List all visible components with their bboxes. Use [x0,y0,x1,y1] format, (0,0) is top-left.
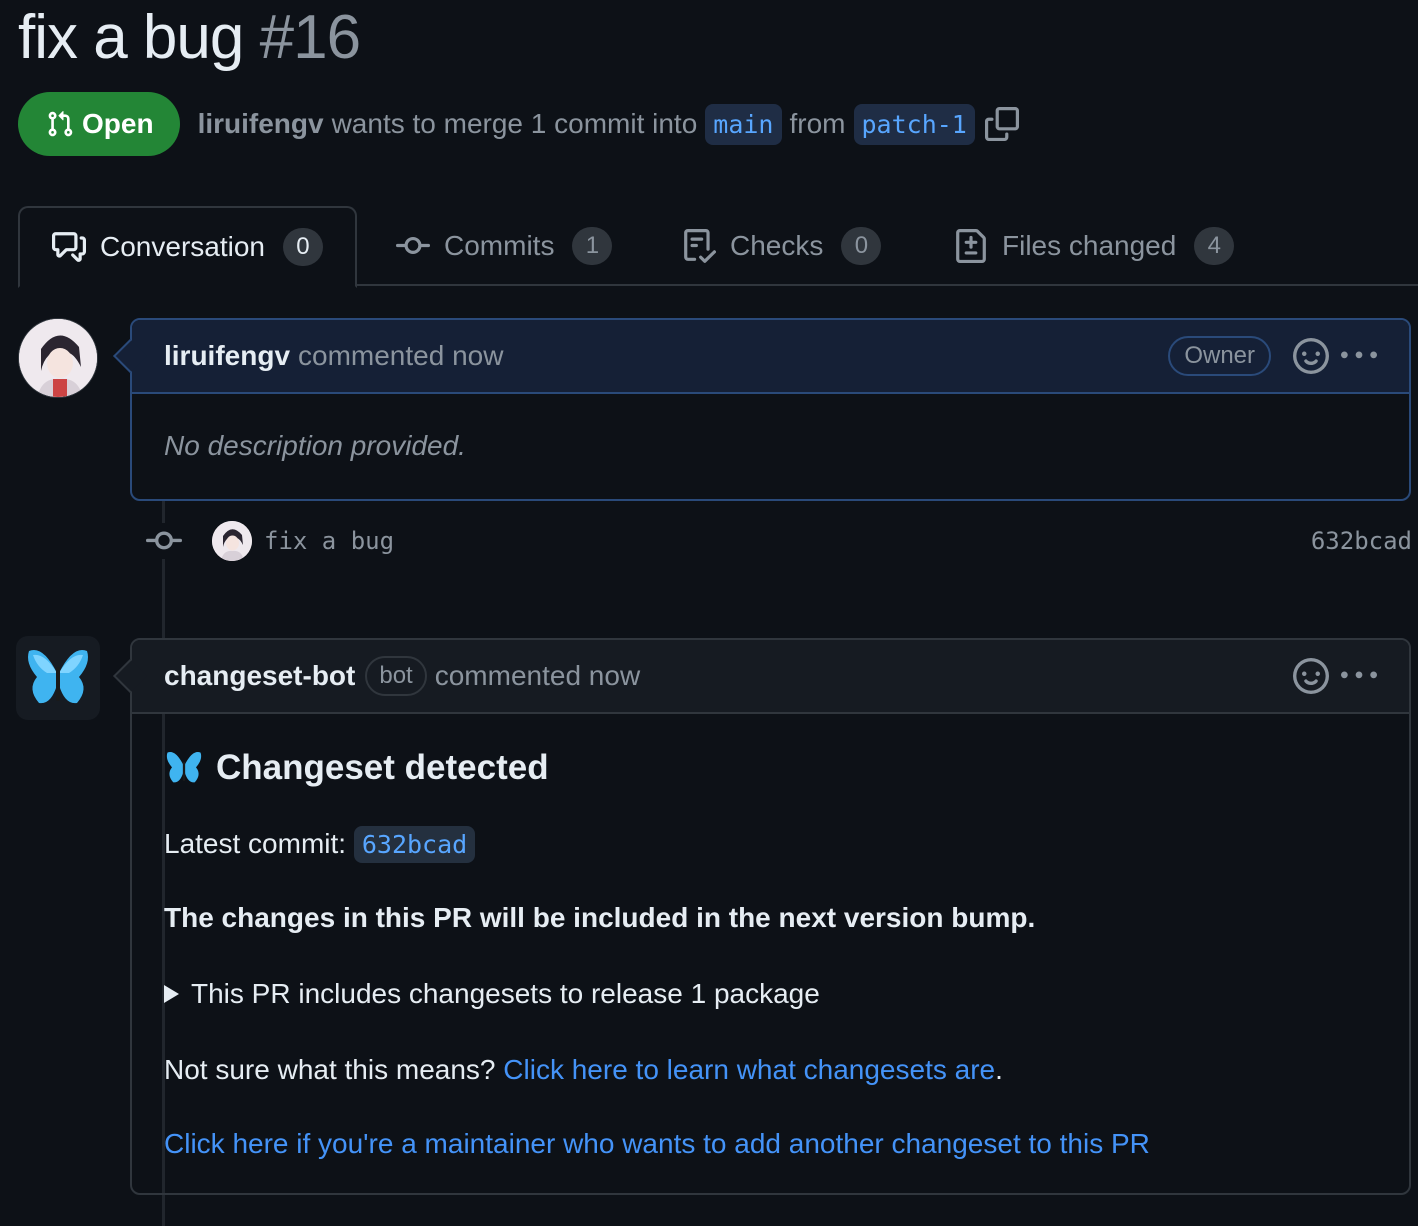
timeline-commit-item: fix a bug 632bcad [146,516,1412,566]
add-changeset-link[interactable]: Click here if you're a maintainer who wa… [164,1128,1150,1159]
pr-number: #16 [259,3,361,72]
tab-counter: 1 [572,227,613,265]
git-commit-icon [396,236,430,254]
details-summary[interactable]: This PR includes changesets to release 1… [164,978,1377,1010]
pr-state-row: Open liruifengv wants to merge 1 commit … [18,92,1019,156]
avatar[interactable] [18,318,98,398]
tab-conversation[interactable]: Conversation 0 [18,206,357,288]
bot-label: bot [365,656,427,696]
tab-label: Files changed [1002,230,1177,261]
smiley-icon[interactable] [1293,658,1329,694]
details-summary-text: This PR includes changesets to release 1… [191,978,820,1009]
copy-icon[interactable] [984,107,1019,141]
comment-timestamp[interactable]: commented now [298,340,503,372]
tab-label: Commits [444,230,555,261]
kebab-horizontal-icon[interactable] [1341,658,1377,694]
avatar[interactable] [16,636,100,720]
checklist-icon [684,229,716,263]
base-branch[interactable]: main [705,103,782,145]
latest-commit-line: Latest commit: 632bcad [164,826,1377,863]
comment-body: No description provided. [164,430,466,461]
bot-comment: changeset-bot bot commented now Changese… [113,638,1411,1195]
learn-changesets-link[interactable]: Click here to learn what changesets are [503,1054,995,1085]
git-pull-request-icon [48,111,73,137]
butterfly-icon [166,751,202,783]
git-commit-icon [146,523,182,559]
not-sure-text: Not sure what this means? [164,1054,496,1085]
smiley-icon[interactable] [1293,338,1329,374]
version-bump-note: The changes in this PR will be included … [164,902,1377,934]
commit-message-link[interactable]: fix a bug [264,527,394,555]
tab-commits[interactable]: Commits 1 [396,206,613,286]
tab-counter: 0 [282,228,323,266]
maintainer-line: Click here if you're a maintainer who wa… [164,1128,1377,1160]
tab-label: Conversation [100,231,265,262]
pr-author-link[interactable]: liruifengv [198,108,324,140]
comment-body: Changeset detected Latest commit: 632bca… [132,748,1409,1160]
butterfly-icon [28,649,88,704]
comment-author-link[interactable]: changeset-bot [164,660,355,692]
pr-description-comment: liruifengv commented now Owner No descri… [113,318,1411,501]
tab-files-changed[interactable]: Files changed 4 [954,206,1235,286]
heading-text: Changeset detected [216,748,549,787]
disclosure-triangle-icon [164,985,179,1003]
commit-sha-link[interactable]: 632bcad [1311,527,1412,555]
head-branch[interactable]: patch-1 [853,103,975,145]
comment-header: changeset-bot bot commented now [132,640,1409,714]
pr-tabs: Conversation 0 Commits 1 Checks 0 Files … [18,206,1418,288]
avatar[interactable] [212,521,252,561]
from-text: from [789,108,846,139]
pull-request-page: fix a bug #16 Open liruifengv wants to m… [0,0,1418,1226]
tab-counter: 4 [1194,227,1235,265]
user-avatar-image [19,319,97,397]
file-diff-icon [956,229,986,263]
pr-title: fix a bug [18,3,244,72]
comment-author-link[interactable]: liruifengv [164,340,290,372]
comment-timestamp[interactable]: commented now [435,660,640,692]
page-title: fix a bug #16 [18,2,361,73]
help-line: Not sure what this means? Click here to … [164,1054,1377,1086]
period-text: . [995,1054,1003,1085]
merge-text: wants to merge 1 commit into [331,108,698,139]
status-badge: Open [18,92,180,156]
latest-commit-label: Latest commit: [164,828,347,859]
status-label: Open [82,108,154,139]
tab-counter: 0 [841,227,882,265]
comment-header: liruifengv commented now Owner [132,320,1409,394]
bold-text: The changes in this PR will be included … [164,902,1036,933]
user-avatar-image [212,521,252,561]
owner-label: Owner [1168,336,1271,376]
tab-label: Checks [730,230,824,261]
tab-checks[interactable]: Checks 0 [682,206,882,286]
merge-summary: liruifengv wants to merge 1 commit into … [198,103,1019,145]
kebab-horizontal-icon[interactable] [1341,338,1377,374]
comment-discussion-icon [52,232,86,262]
latest-commit-sha-link[interactable]: 632bcad [353,826,476,863]
changeset-heading: Changeset detected [164,748,1377,788]
